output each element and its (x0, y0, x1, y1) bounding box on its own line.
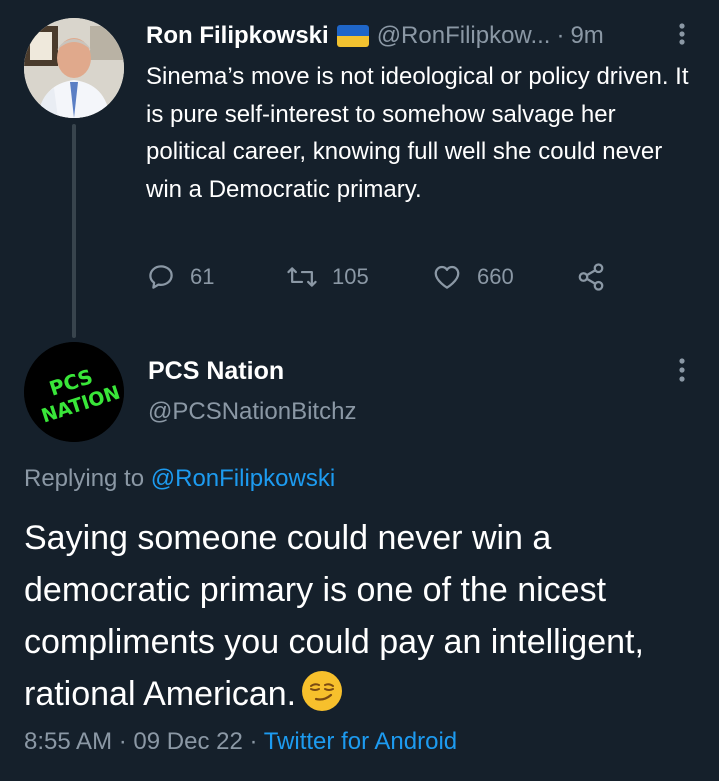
share-icon (578, 263, 604, 291)
tweet-time[interactable]: 8:55 AM (24, 728, 112, 755)
tweet-text: Saying someone could never win a democra… (24, 512, 704, 720)
tweet-text: Sinema’s move is not ideological or poli… (146, 63, 689, 203)
retweet-button[interactable]: 105 (286, 262, 369, 292)
reply-count: 61 (190, 264, 215, 289)
like-count: 660 (477, 264, 514, 289)
replying-to-link[interactable]: @RonFilipkowski (151, 465, 335, 492)
display-name[interactable]: Ron Filipkowski (146, 22, 329, 50)
avatar-pcs-nation[interactable]: PCS NATION (24, 342, 124, 442)
tweet-time[interactable]: 9m (570, 22, 603, 50)
tweet-meta: 8:55 AM · 09 Dec 22 · Twitter for Androi… (24, 728, 457, 756)
tweet-source-link[interactable]: Twitter for Android (264, 728, 457, 755)
separator-dot: · (249, 728, 258, 755)
tweet-header: Ron Filipkowski @RonFilipkow... · 9m (146, 18, 694, 54)
separator-dot: · (556, 22, 565, 49)
retweet-icon (287, 267, 317, 287)
thread-connector-line (72, 124, 76, 338)
more-icon[interactable] (670, 357, 694, 383)
replying-prefix: Replying to (24, 465, 145, 492)
replying-to: Replying to @RonFilipkowski (24, 465, 335, 493)
reply-icon (149, 265, 173, 289)
avatar-photo (24, 18, 124, 118)
avatar-ron-filipkowski[interactable] (24, 18, 124, 118)
display-name[interactable]: PCS Nation (148, 357, 284, 386)
avatar-logo: PCS NATION (24, 342, 124, 442)
like-icon (434, 265, 460, 289)
ukraine-flag-icon (336, 25, 369, 47)
reply-button[interactable]: 61 (146, 262, 214, 292)
user-handle[interactable]: @RonFilipkow... (377, 22, 551, 50)
more-icon[interactable] (670, 22, 694, 51)
user-handle[interactable]: @PCSNationBitchz (148, 398, 356, 426)
separator-dot: · (118, 728, 127, 755)
tweet-date[interactable]: 09 Dec 22 (133, 728, 242, 755)
like-button[interactable]: 660 (431, 262, 514, 292)
retweet-count: 105 (332, 264, 369, 289)
tweet-actions: 61 105 660 (146, 262, 616, 302)
share-button[interactable] (576, 262, 620, 292)
smirking-face-emoji (302, 671, 343, 711)
